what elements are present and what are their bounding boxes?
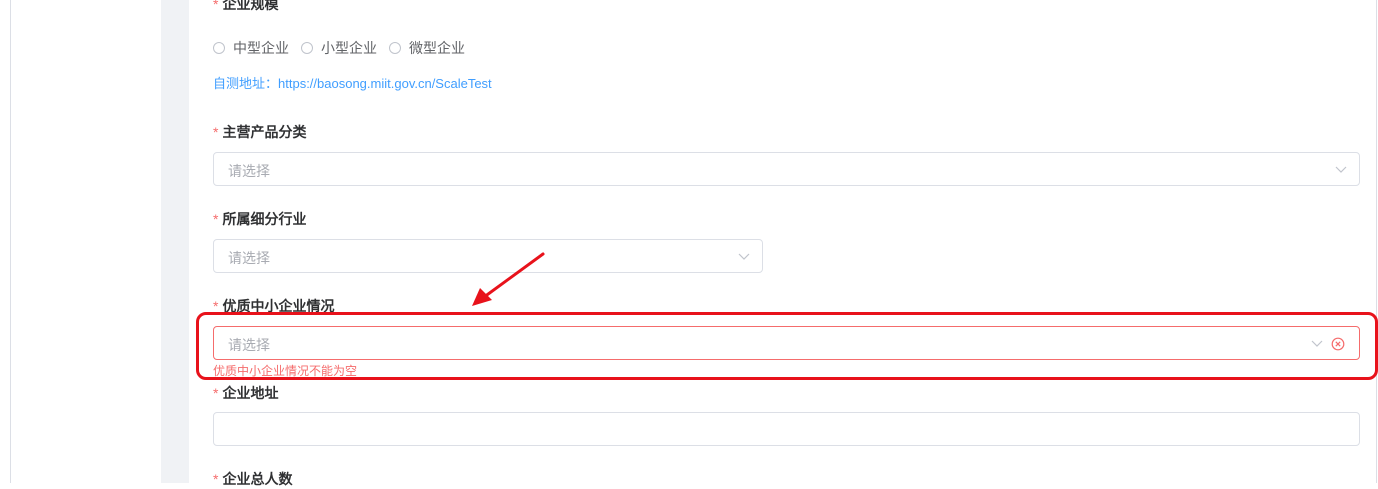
scale-label: * 企业规模	[213, 0, 278, 14]
self-test-prefix: 自测地址：	[213, 76, 279, 91]
headcount-label-text: 企业总人数	[222, 471, 293, 487]
radio-circle-icon	[213, 42, 225, 54]
left-gutter	[11, 0, 161, 483]
required-mark: *	[213, 471, 219, 487]
main-product-select[interactable]: 请选择	[213, 152, 1360, 186]
radio-circle-icon	[301, 42, 313, 54]
radio-medium-enterprise[interactable]: 中型企业	[213, 38, 289, 58]
quality-sme-label-text: 优质中小企业情况	[222, 298, 335, 314]
select-placeholder: 请选择	[228, 250, 270, 266]
address-input[interactable]	[213, 412, 1360, 446]
select-placeholder: 请选择	[228, 163, 270, 179]
radio-label: 微型企业	[409, 40, 465, 56]
circle-close-icon[interactable]	[1331, 337, 1345, 351]
quality-sme-error-message: 优质中小企业情况不能为空	[213, 364, 358, 378]
address-label-text: 企业地址	[222, 385, 279, 401]
page-gutter	[161, 0, 189, 483]
enterprise-form: * 企业规模 中型企业 小型企业 微型企业 自测地址：https://baoson…	[189, 0, 1376, 487]
radio-circle-icon	[389, 42, 401, 54]
industry-select[interactable]: 请选择	[213, 239, 763, 273]
self-test-hint: 自测地址：https://baosong.miit.gov.cn/ScaleTe…	[213, 73, 492, 92]
required-mark: *	[213, 211, 219, 227]
main-product-label-text: 主营产品分类	[222, 124, 307, 140]
chevron-down-icon	[738, 253, 750, 260]
select-placeholder: 请选择	[228, 337, 270, 353]
quality-sme-label: * 优质中小企业情况	[213, 296, 334, 316]
required-mark: *	[213, 385, 219, 401]
required-mark: *	[213, 124, 219, 140]
address-label: * 企业地址	[213, 383, 278, 403]
scale-label-text: 企业规模	[222, 0, 279, 12]
radio-small-enterprise[interactable]: 小型企业	[301, 38, 377, 58]
industry-label-text: 所属细分行业	[222, 211, 307, 227]
headcount-label: * 企业总人数	[213, 469, 292, 489]
scale-radio-group: 中型企业 小型企业 微型企业	[213, 38, 477, 58]
radio-micro-enterprise[interactable]: 微型企业	[389, 38, 465, 58]
chevron-down-icon	[1311, 340, 1323, 347]
quality-sme-select[interactable]: 请选择	[213, 326, 1360, 360]
radio-label: 中型企业	[233, 40, 289, 56]
self-test-link[interactable]: https://baosong.miit.gov.cn/ScaleTest	[278, 76, 492, 91]
chevron-down-icon	[1335, 166, 1347, 173]
required-mark: *	[213, 298, 219, 314]
industry-label: * 所属细分行业	[213, 209, 306, 229]
required-mark: *	[213, 0, 219, 12]
main-product-label: * 主营产品分类	[213, 122, 306, 142]
radio-label: 小型企业	[321, 40, 377, 56]
